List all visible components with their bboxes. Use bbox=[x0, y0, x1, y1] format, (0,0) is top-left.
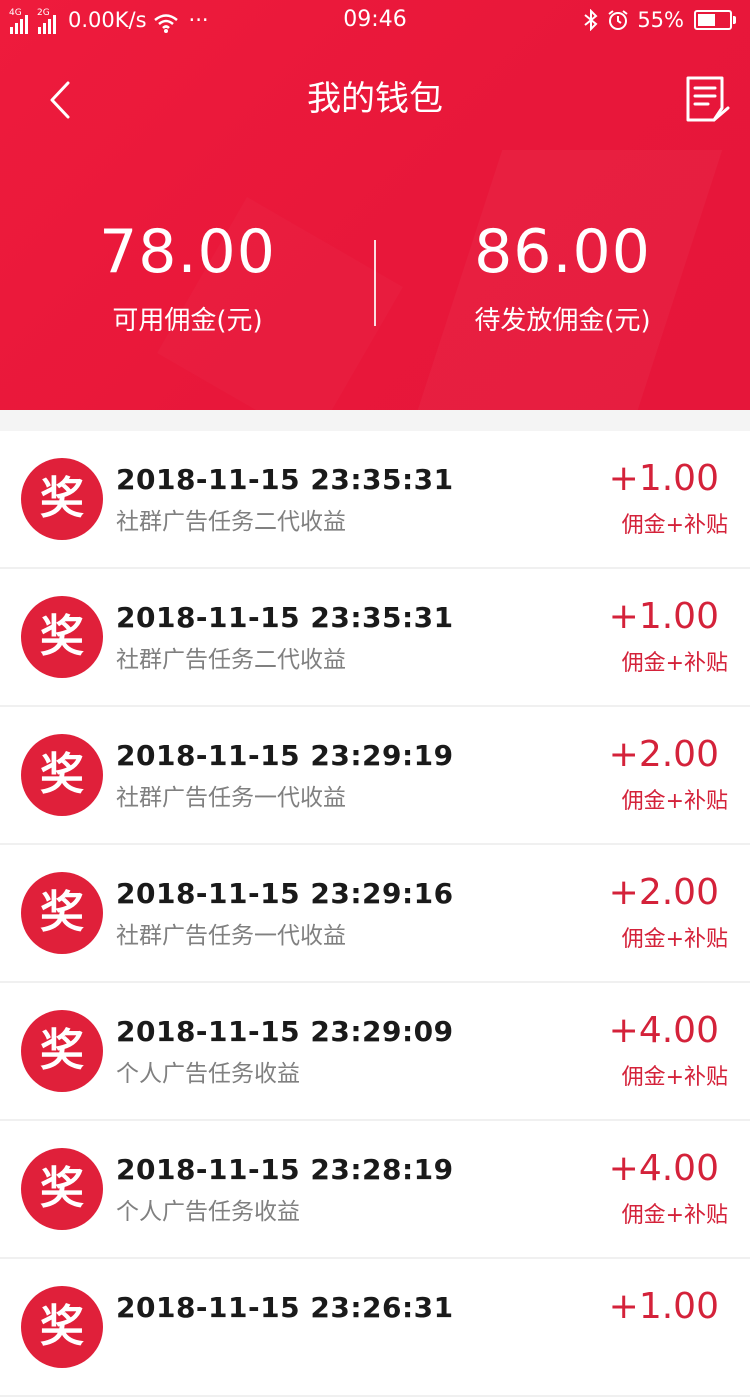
alarm-icon bbox=[608, 10, 628, 30]
reward-badge-icon: 奖 bbox=[21, 1286, 103, 1368]
record-amount: +2.00 bbox=[608, 734, 719, 775]
battery-icon bbox=[694, 10, 736, 30]
pending-commission[interactable]: 86.00 待发放佣金(元) bbox=[375, 215, 750, 339]
record-list: 奖 2018-11-15 23:35:31 社群广告任务二代收益 +1.00 佣金+补贴… bbox=[0, 431, 750, 1397]
available-label: 可用佣金(元) bbox=[112, 306, 263, 336]
bill-button[interactable] bbox=[684, 74, 730, 126]
list-item[interactable]: 奖 2018-11-15 23:35:31 社群广告任务二代收益 +1.00 佣金+补贴 bbox=[0, 431, 750, 569]
wallet-header: 4G 2G 0.00K/s ··· 09:46 55% 我的钱包 78.00 可… bbox=[0, 0, 750, 410]
record-time: 2018-11-15 23:28:19 bbox=[116, 1153, 454, 1186]
record-time: 2018-11-15 23:29:16 bbox=[116, 877, 454, 910]
list-item[interactable]: 奖 2018-11-15 23:29:09 个人广告任务收益 +4.00 佣金+补贴 bbox=[0, 983, 750, 1121]
record-amount: +1.00 bbox=[608, 596, 719, 637]
available-amount: 78.00 bbox=[99, 217, 276, 287]
available-commission[interactable]: 78.00 可用佣金(元) bbox=[0, 215, 375, 339]
record-description: 社群广告任务二代收益 bbox=[116, 647, 346, 673]
reward-badge-icon: 奖 bbox=[21, 458, 103, 540]
status-right: 55% bbox=[583, 6, 736, 34]
bluetooth-icon bbox=[584, 9, 598, 31]
record-type: 佣金+补贴 bbox=[621, 927, 728, 952]
record-type: 佣金+补贴 bbox=[621, 789, 728, 814]
list-item[interactable]: 奖 2018-11-15 23:29:19 社群广告任务一代收益 +2.00 佣金+补贴 bbox=[0, 707, 750, 845]
battery-percent: 55% bbox=[637, 8, 684, 32]
record-time: 2018-11-15 23:35:31 bbox=[116, 463, 454, 496]
record-amount: +1.00 bbox=[608, 1286, 719, 1327]
record-time: 2018-11-15 23:26:31 bbox=[116, 1291, 454, 1324]
record-amount: +1.00 bbox=[608, 458, 719, 499]
record-type: 佣金+补贴 bbox=[621, 1065, 728, 1090]
pending-amount: 86.00 bbox=[474, 217, 651, 287]
record-time: 2018-11-15 23:35:31 bbox=[116, 601, 454, 634]
bill-icon bbox=[686, 76, 730, 122]
status-bar: 4G 2G 0.00K/s ··· 09:46 55% bbox=[0, 0, 750, 40]
record-description: 社群广告任务二代收益 bbox=[116, 509, 346, 535]
record-amount: +2.00 bbox=[608, 872, 719, 913]
record-time: 2018-11-15 23:29:09 bbox=[116, 1015, 454, 1048]
list-item[interactable]: 奖 2018-11-15 23:35:31 社群广告任务二代收益 +1.00 佣金+补贴 bbox=[0, 569, 750, 707]
list-item[interactable]: 奖 2018-11-15 23:29:16 社群广告任务一代收益 +2.00 佣金+补贴 bbox=[0, 845, 750, 983]
record-time: 2018-11-15 23:29:19 bbox=[116, 739, 454, 772]
pending-label: 待发放佣金(元) bbox=[474, 306, 651, 336]
record-description: 个人广告任务收益 bbox=[116, 1199, 300, 1225]
record-type: 佣金+补贴 bbox=[621, 651, 728, 676]
page-title: 我的钱包 bbox=[307, 79, 443, 119]
reward-badge-icon: 奖 bbox=[21, 1148, 103, 1230]
record-type: 佣金+补贴 bbox=[621, 1203, 728, 1228]
list-item[interactable]: 奖 2018-11-15 23:28:19 个人广告任务收益 +4.00 佣金+补贴 bbox=[0, 1121, 750, 1259]
record-type: 佣金+补贴 bbox=[621, 513, 728, 538]
record-amount: +4.00 bbox=[608, 1148, 719, 1189]
reward-badge-icon: 奖 bbox=[21, 1010, 103, 1092]
reward-badge-icon: 奖 bbox=[21, 872, 103, 954]
record-description: 个人广告任务收益 bbox=[116, 1061, 300, 1087]
list-item[interactable]: 奖 2018-11-15 23:26:31 +1.00 bbox=[0, 1259, 750, 1397]
reward-badge-icon: 奖 bbox=[21, 596, 103, 678]
record-amount: +4.00 bbox=[608, 1010, 719, 1051]
reward-badge-icon: 奖 bbox=[21, 734, 103, 816]
nav-bar: 我的钱包 bbox=[0, 60, 750, 140]
record-description: 社群广告任务一代收益 bbox=[116, 785, 346, 811]
record-description: 社群广告任务一代收益 bbox=[116, 923, 346, 949]
